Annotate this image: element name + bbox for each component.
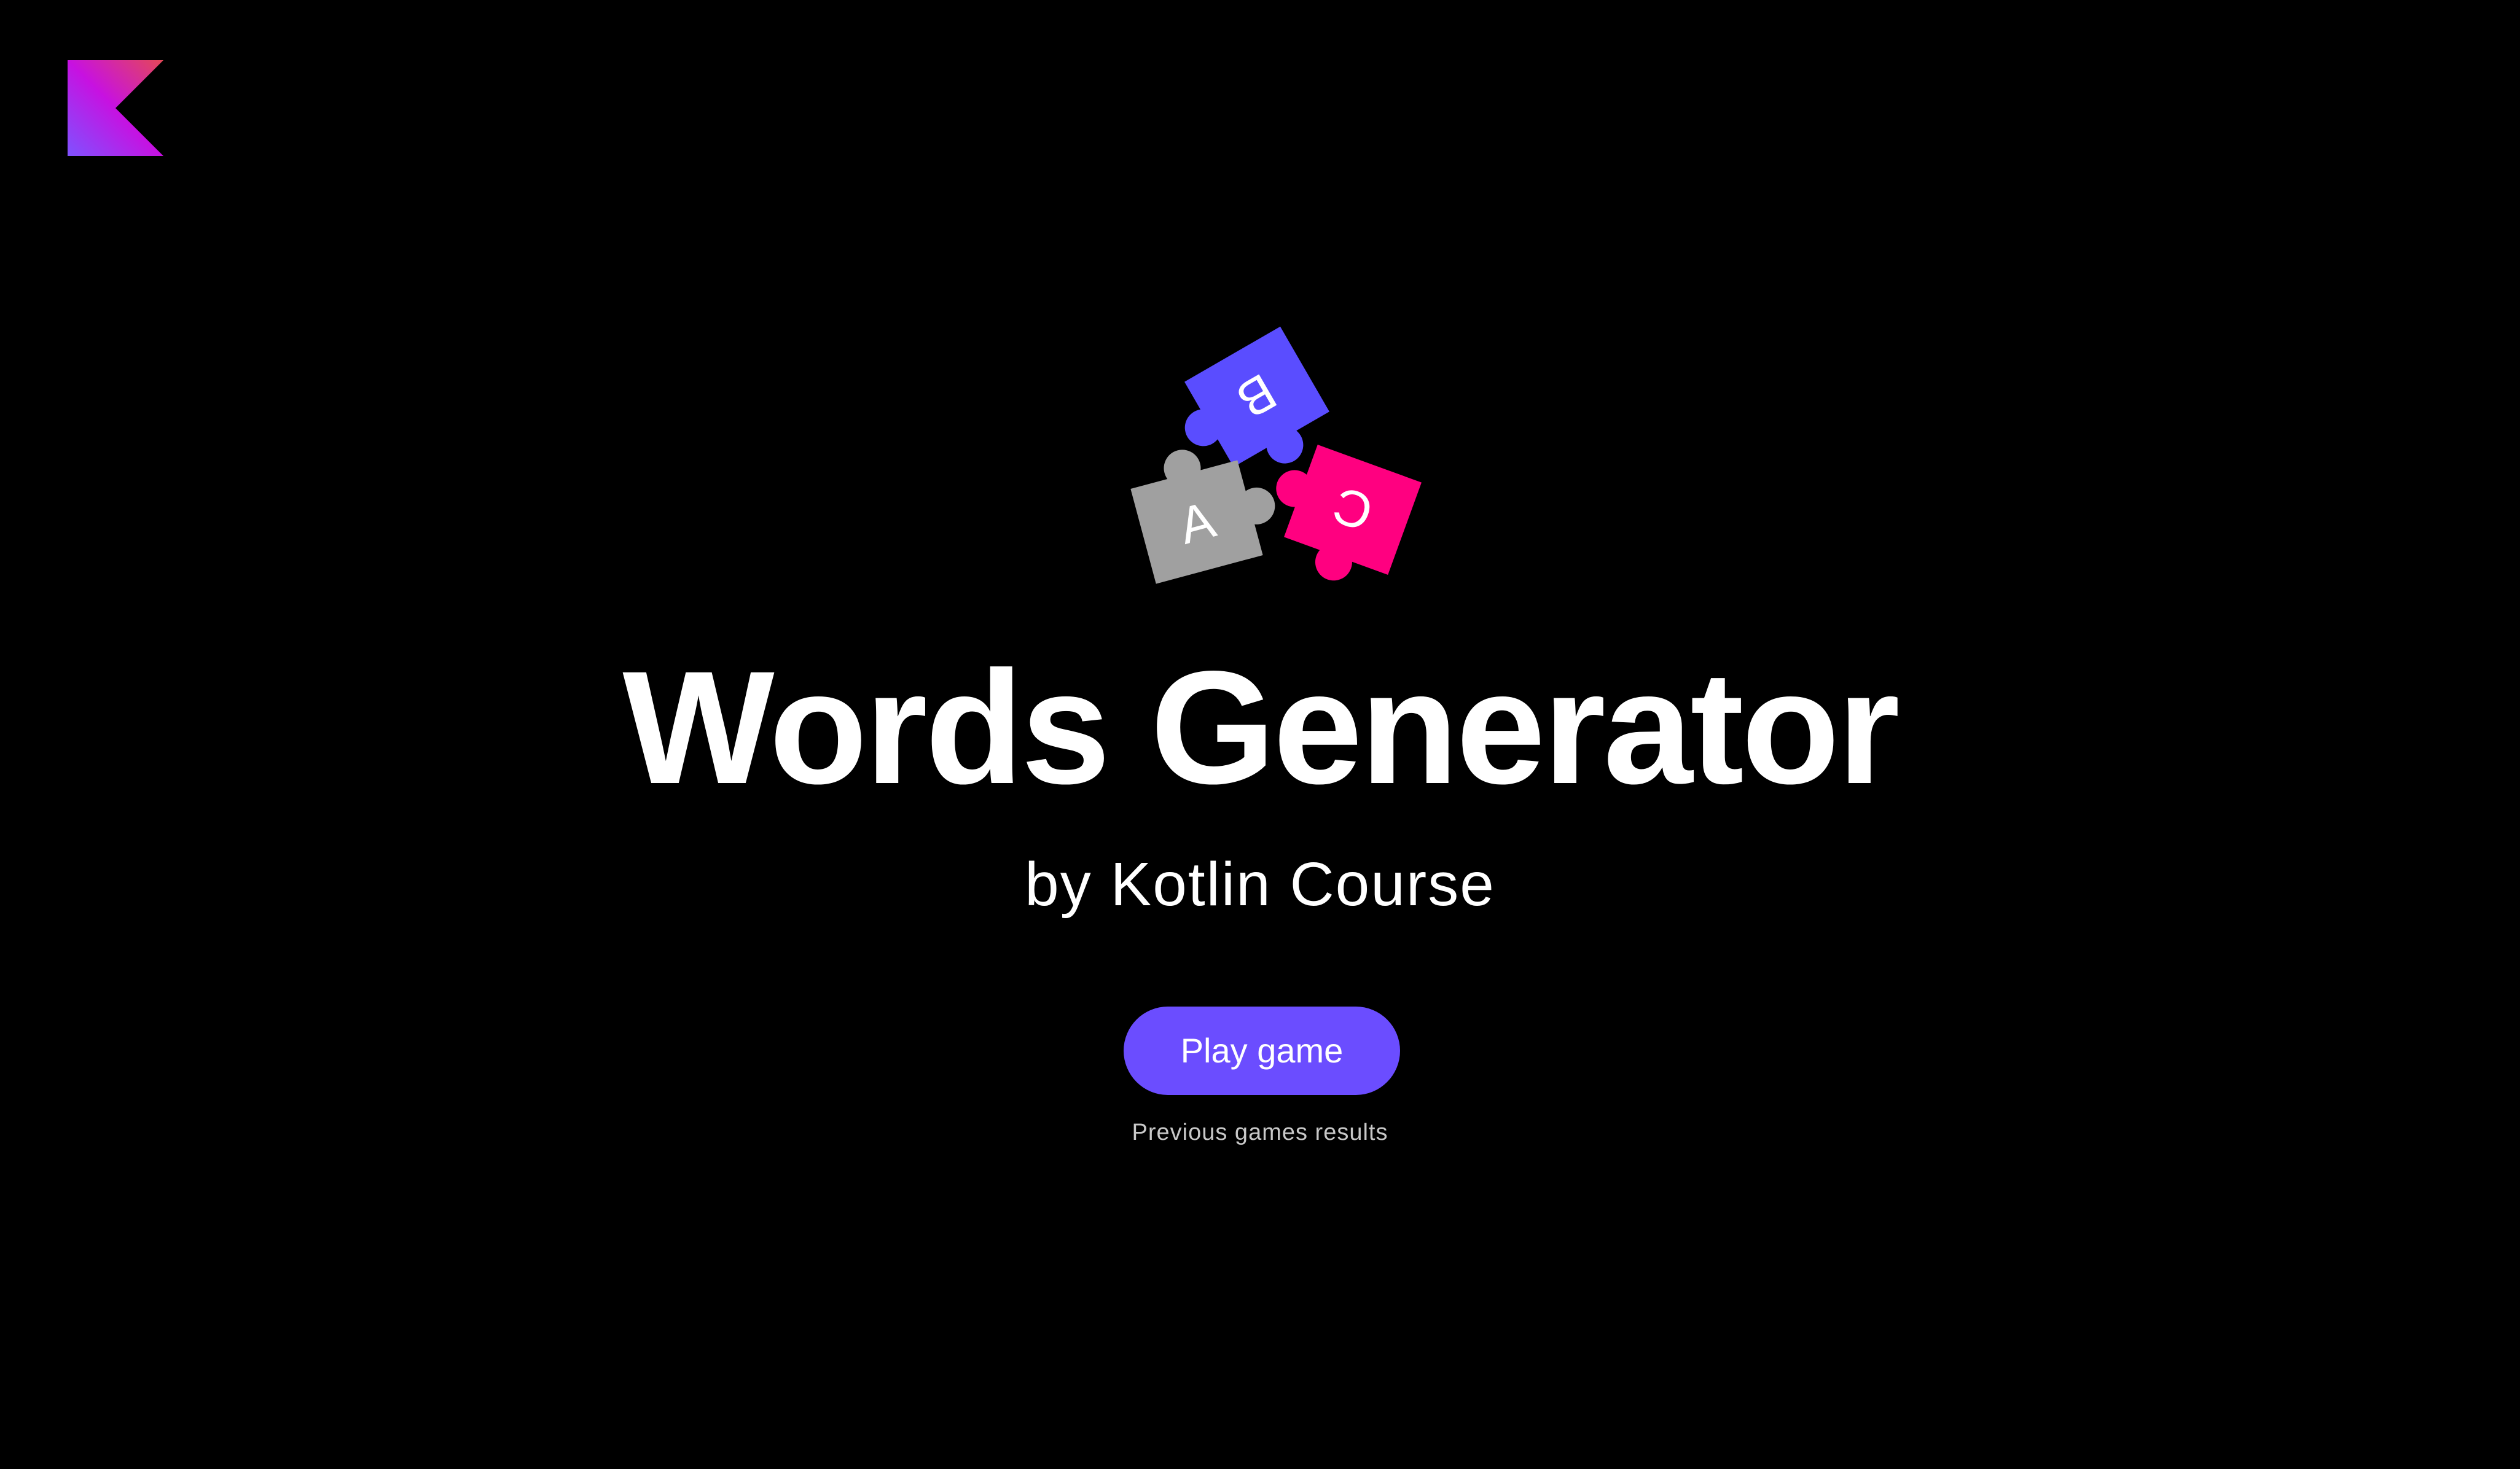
previous-games-results-link[interactable]: Previous games results [0, 1116, 2520, 1148]
puzzle-piece-a: A [1124, 429, 1288, 584]
kotlin-logo-icon [68, 60, 163, 156]
play-game-button[interactable]: Play game [1124, 1007, 1400, 1095]
page-subtitle: by Kotlin Course [1025, 850, 1495, 919]
page-title: Words Generator [622, 637, 1900, 817]
kotlin-logo-svg [68, 60, 163, 156]
puzzle-pieces-illustration: B C A [1106, 319, 1425, 602]
